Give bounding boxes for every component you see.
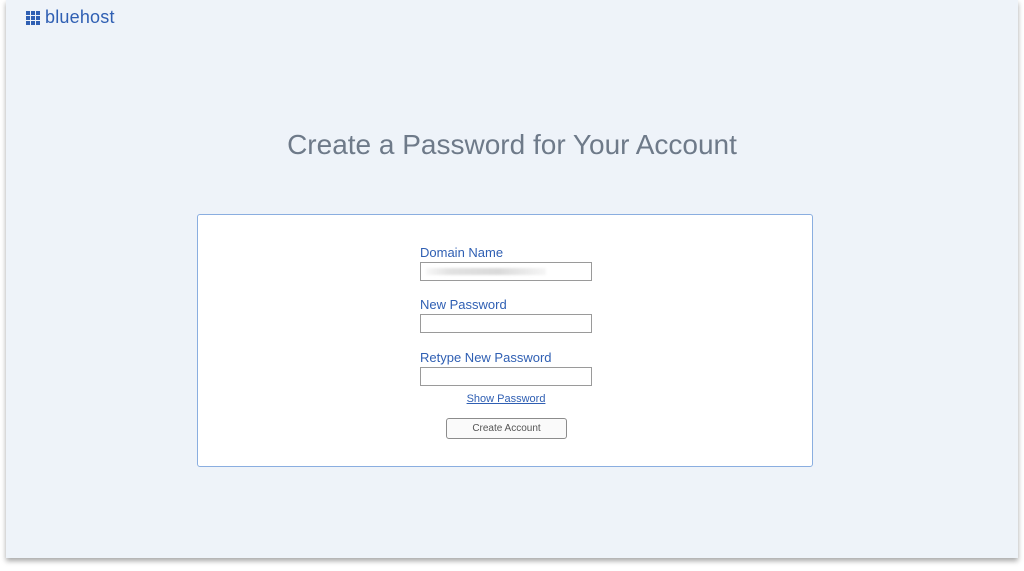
- new-password-label: New Password: [420, 297, 507, 312]
- grid-logo-icon: [26, 10, 40, 25]
- new-password-field[interactable]: [420, 314, 592, 333]
- retype-password-label: Retype New Password: [420, 350, 552, 365]
- domain-name-field[interactable]: [420, 262, 592, 281]
- retype-password-field[interactable]: [420, 367, 592, 386]
- logo-text: bluehost: [45, 7, 115, 27]
- create-password-form: Domain Name New Password Retype New Pass…: [197, 214, 813, 467]
- page-frame: bluehost Create a Password for Your Acco…: [6, 0, 1018, 558]
- domain-name-label: Domain Name: [420, 245, 504, 260]
- blurred-domain-value: [426, 268, 546, 275]
- bluehost-logo[interactable]: bluehost: [26, 7, 115, 28]
- show-password-link[interactable]: Show Password: [198, 393, 814, 405]
- page-title: Create a Password for Your Account: [287, 129, 737, 160]
- create-account-button[interactable]: Create Account: [446, 418, 567, 439]
